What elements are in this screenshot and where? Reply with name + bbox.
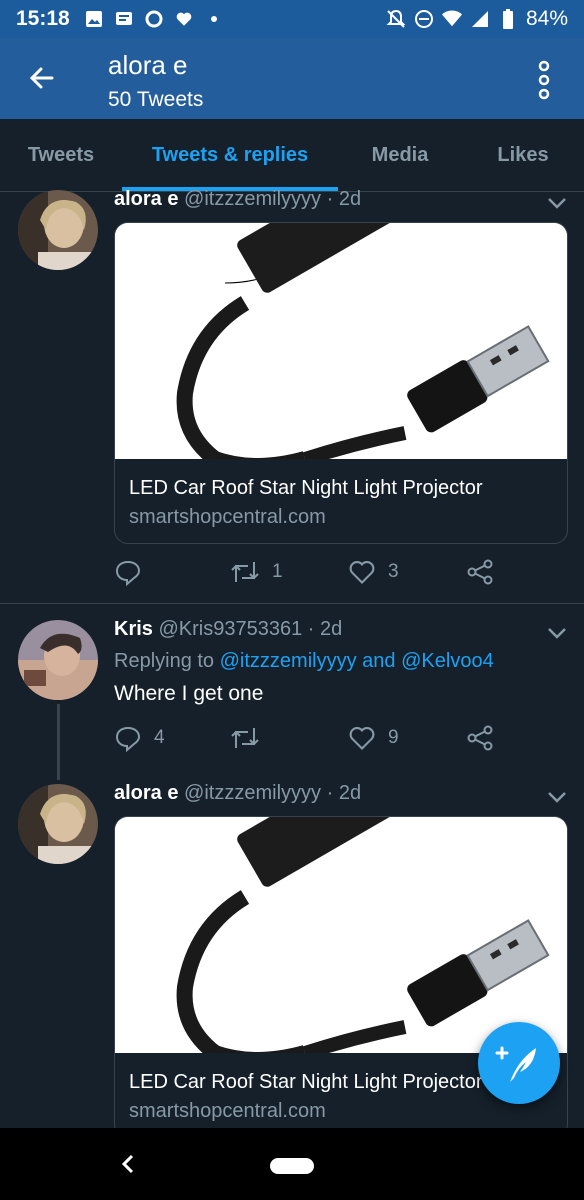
like-count: 3 [388,561,399,582]
like-count: 9 [388,727,399,748]
compose-tweet-button[interactable] [478,1022,560,1104]
gallery-icon [84,9,104,29]
tweet[interactable]: Kris @Kris93753361 · 2d Replying to @itz… [0,604,584,780]
mention-link[interactable]: @itzzzemilyyyy [220,650,357,672]
replying-to-label: Replying to [114,650,215,672]
avatar[interactable] [18,190,98,270]
chevron-left-icon [121,1154,134,1174]
tweet[interactable]: alora e @itzzzemilyyyy · 2d LED Car Roof [0,180,584,604]
thread-line [57,704,60,780]
heart-outline-icon [349,561,375,584]
dot-icon [204,9,224,29]
share-button[interactable] [466,558,494,586]
tweet-text: Where I get one [114,682,264,705]
author-handle: @itzzzemilyyyy [184,188,322,210]
message-icon [114,9,134,29]
battery-percent: 84% [525,7,568,30]
author-handle: @Kris93753361 [158,618,303,640]
tweet-header: Kris @Kris93753361 · 2d [114,618,342,641]
battery-icon [498,9,518,29]
sync-icon [144,9,164,29]
status-bar: 15:18 84% [0,0,584,38]
chevron-down-icon [548,198,566,209]
tweet-menu-button[interactable] [546,626,568,640]
tweet-menu-button[interactable] [546,790,568,804]
tweet-actions: 4 9 [114,724,534,754]
separator-dot: · [326,188,334,210]
separator-dot: · [307,618,315,640]
arrow-left-icon [29,67,54,89]
avatar[interactable] [18,784,98,864]
link-card-title: LED Car Roof Star Night Light Projector [129,477,483,499]
profile-name: alora e [108,50,188,80]
link-card-image [115,223,567,459]
author-name: Kris [114,618,153,640]
retweet-button[interactable] [230,724,272,752]
back-button[interactable] [24,60,60,96]
like-button[interactable]: 9 [348,724,399,752]
tweet-header: alora e @itzzzemilyyyy · 2d [114,782,361,805]
link-card-domain: smartshopcentral.com [129,506,326,528]
reply-icon [115,726,141,752]
mention-link[interactable]: @Kelvoo4 [401,650,494,672]
retweet-button[interactable]: 1 [230,558,283,586]
tweet-actions: 1 3 [114,558,534,588]
retweet-icon [231,562,259,582]
share-button[interactable] [466,724,494,752]
reply-count: 4 [154,727,165,748]
more-vertical-icon [538,60,550,100]
tweet-header: alora e @itzzzemilyyyy · 2d [114,188,361,211]
tweet-menu-button[interactable] [546,196,568,210]
author-name: alora e [114,782,179,804]
bell-off-icon [386,9,406,29]
share-icon [467,559,493,585]
system-back-button[interactable] [118,1152,138,1176]
author-name: alora e [114,188,179,210]
system-home-button[interactable] [270,1158,314,1174]
more-options-button[interactable] [532,58,556,102]
separator-dot: · [326,782,334,804]
avatar[interactable] [18,620,98,700]
reply-button[interactable]: 4 [114,724,165,752]
like-button[interactable]: 3 [348,558,399,586]
tweet-time: 2d [338,782,362,804]
link-card-image [115,817,567,1053]
tweet-count: 50 Tweets [108,88,204,111]
chevron-down-icon [548,628,566,639]
tweet-time: 2d [338,188,362,210]
retweet-count: 1 [272,561,283,582]
replying-to: Replying to @itzzzemilyyyy and @Kelvoo4 [114,650,494,673]
tweet-time: 2d [320,618,343,640]
do-not-disturb-icon [414,9,434,29]
chevron-down-icon [548,792,566,803]
wifi-icon [441,9,462,29]
signal-icon [470,9,490,29]
reply-button[interactable] [114,558,154,586]
system-nav-bar [0,1128,584,1200]
link-card[interactable]: LED Car Roof Star Night Light Projector … [114,222,568,544]
replying-to-and: and [362,650,396,672]
share-icon [467,725,493,751]
heart-icon [174,9,194,29]
heart-outline-icon [349,727,375,750]
status-time: 15:18 [16,7,70,30]
reply-icon [115,560,141,586]
profile-header: alora e 50 Tweets [0,38,584,119]
author-handle: @itzzzemilyyyy [184,782,322,804]
compose-feather-icon [495,1046,536,1082]
retweet-icon [231,728,259,748]
